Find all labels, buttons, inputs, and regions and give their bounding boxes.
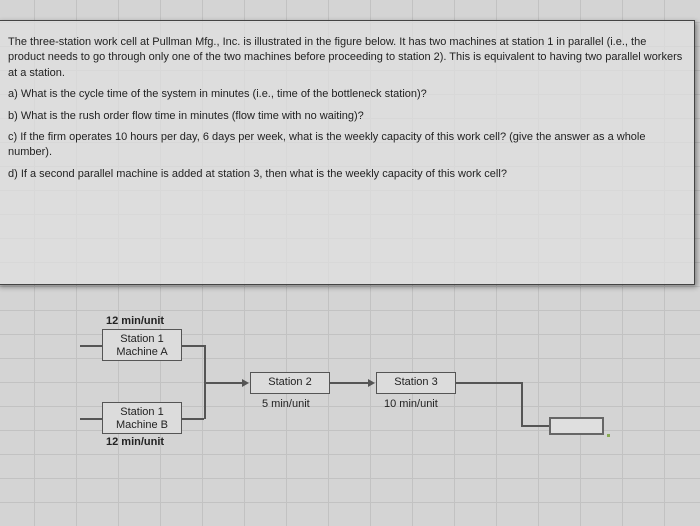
merge-to-s2 <box>204 382 244 384</box>
station1-b-label: Station 1 Machine B <box>107 406 177 432</box>
station1-a-label: Station 1 Machine A <box>107 333 177 359</box>
station1-b-box: Station 1 Machine B <box>102 402 182 434</box>
station3-time: 10 min/unit <box>384 398 438 410</box>
station3-box: Station 3 <box>376 372 456 394</box>
merge-a-h <box>182 345 204 347</box>
station2-label: Station 2 <box>268 376 311 388</box>
question-d: d) If a second parallel machine is added… <box>8 167 684 182</box>
station1-a-box: Station 1 Machine A <box>102 329 182 361</box>
decor-dot <box>607 434 610 437</box>
in-line-b <box>80 418 102 420</box>
line-s3-out-v <box>521 382 523 426</box>
station3-label: Station 3 <box>394 376 437 388</box>
process-diagram: 12 min/unit Station 1 Machine A Station … <box>80 312 620 512</box>
question-box: The three-station work cell at Pullman M… <box>0 20 695 285</box>
station2-time: 5 min/unit <box>262 398 310 410</box>
station1-b-time: 12 min/unit <box>106 436 164 448</box>
question-c: c) If the firm operates 10 hours per day… <box>8 130 684 161</box>
page-root: The three-station work cell at Pullman M… <box>0 0 700 526</box>
question-intro: The three-station work cell at Pullman M… <box>8 35 684 81</box>
line-s3-out-b <box>521 425 549 427</box>
arrow-to-s3 <box>368 379 375 387</box>
merge-b-h <box>182 418 204 420</box>
station2-box: Station 2 <box>250 372 330 394</box>
output-rect <box>549 417 604 435</box>
station1-a-time: 12 min/unit <box>106 315 164 327</box>
line-s2-s3 <box>330 382 370 384</box>
question-b: b) What is the rush order flow time in m… <box>8 109 684 124</box>
arrow-to-s2 <box>242 379 249 387</box>
line-s3-out-a <box>456 382 521 384</box>
question-a: a) What is the cycle time of the system … <box>8 87 684 102</box>
in-line-a <box>80 345 102 347</box>
